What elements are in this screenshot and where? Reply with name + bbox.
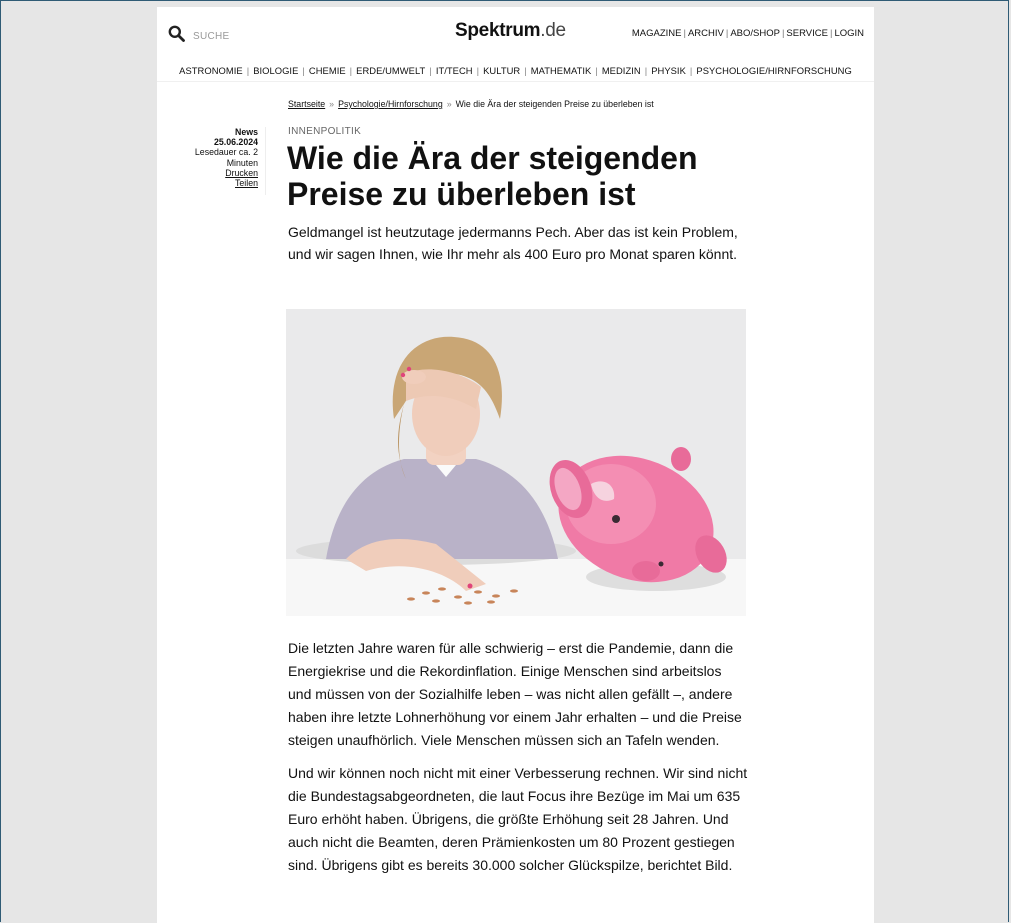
category-separator: | xyxy=(302,65,305,76)
category-separator: | xyxy=(349,65,353,76)
category-separator: | xyxy=(595,65,598,76)
article-title: Wie die Ära der steigenden Preise zu übe… xyxy=(287,140,698,212)
nav-separator: | xyxy=(725,28,729,39)
category-nav: ASTRONOMIE | BIOLOGIE | CHEMIE | ERDE/UMWELT | I… xyxy=(157,65,874,76)
category-chemie[interactable]: CHEMIE xyxy=(309,65,346,76)
category-separator: | xyxy=(476,65,480,76)
hero-image xyxy=(286,309,746,616)
category-separator: | xyxy=(524,65,527,76)
nav-magazine[interactable]: MAGAZINE xyxy=(632,28,682,39)
category-physik[interactable]: PHYSIK xyxy=(651,65,686,76)
category-mathematik[interactable]: MATHEMATIK xyxy=(531,65,592,76)
category-erde-umwelt[interactable]: ERDE/UMWELT xyxy=(356,65,425,76)
category-separator: | xyxy=(644,65,648,76)
category-astronomie[interactable]: ASTRONOMIE xyxy=(179,65,243,76)
article-paragraph: Die letzten Jahre waren für alle schwier… xyxy=(288,640,742,748)
site-header: SUCHE Spektrum.de MAGAZINE | ARCHIV | ABO/SH… xyxy=(157,7,874,57)
category-psychologie-hirnforschung[interactable]: PSYCHOLOGIE/HIRNFORSCHUNG xyxy=(696,65,851,76)
nav-service[interactable]: SERVICE xyxy=(786,28,828,39)
nav-separator: | xyxy=(829,28,833,39)
category-kultur[interactable]: KULTUR xyxy=(483,65,520,76)
share-link[interactable]: Teilen xyxy=(168,178,258,188)
category-biologie[interactable]: BIOLOGIE xyxy=(253,65,298,76)
breadcrumb-home[interactable]: Startseite xyxy=(288,99,325,109)
logo-main: Spektrum xyxy=(455,20,541,41)
nav-abo-shop[interactable]: ABO/SHOP xyxy=(730,28,780,39)
logo-suffix: .de xyxy=(540,20,566,41)
nav-separator: | xyxy=(683,28,686,39)
article-kicker: INNENPOLITIK xyxy=(288,126,362,137)
breadcrumb: Startseite» Psychologie/Hirnforschung» Wie… xyxy=(288,99,654,109)
category-separator: | xyxy=(246,65,250,76)
search-icon xyxy=(168,25,185,47)
article-body: Die letzten Jahre waren für alle schwier… xyxy=(288,637,748,887)
article-paragraph: Und wir können noch nicht mit einer Verb… xyxy=(288,765,748,873)
print-link[interactable]: Drucken xyxy=(168,168,258,178)
category-medizin[interactable]: MEDIZIN xyxy=(602,65,641,76)
article-type: News xyxy=(235,127,258,137)
breadcrumb-separator: » xyxy=(446,99,452,109)
nav-archiv[interactable]: ARCHIV xyxy=(688,28,724,39)
article-lead: Geldmangel ist heutzutage jedermanns Pec… xyxy=(288,224,738,262)
meta-divider xyxy=(265,127,266,195)
reading-time: Lesedauer ca. 2 Minuten xyxy=(194,147,258,168)
search-button[interactable]: SUCHE xyxy=(168,25,230,47)
browser-viewport: SUCHE Spektrum.de MAGAZINE | ARCHIV | ABO/SH… xyxy=(0,0,1009,923)
category-separator: | xyxy=(689,65,693,76)
nav-divider xyxy=(157,81,874,82)
hero-illustration xyxy=(286,309,746,616)
nav-separator: | xyxy=(781,28,785,39)
article-meta: News 25.06.2024 Lesedauer ca. 2 Minuten … xyxy=(168,127,258,188)
breadcrumb-section[interactable]: Psychologie/Hirnforschung xyxy=(338,99,443,109)
breadcrumb-current: Wie die Ära der steigenden Preise zu übe… xyxy=(455,99,654,109)
breadcrumb-separator: » xyxy=(329,99,335,109)
article-page: SUCHE Spektrum.de MAGAZINE | ARCHIV | ABO/SH… xyxy=(157,7,874,923)
top-nav: MAGAZINE | ARCHIV | ABO/SHOP | SERVICE | LOGIN xyxy=(632,28,864,39)
article-date: 25.06.2024 xyxy=(213,137,258,148)
nav-login[interactable]: LOGIN xyxy=(834,28,864,39)
category-it-tech[interactable]: IT/TECH xyxy=(436,65,473,76)
site-logo[interactable]: Spektrum.de xyxy=(455,20,566,42)
category-separator: | xyxy=(429,65,432,76)
search-label: SUCHE xyxy=(193,30,230,42)
